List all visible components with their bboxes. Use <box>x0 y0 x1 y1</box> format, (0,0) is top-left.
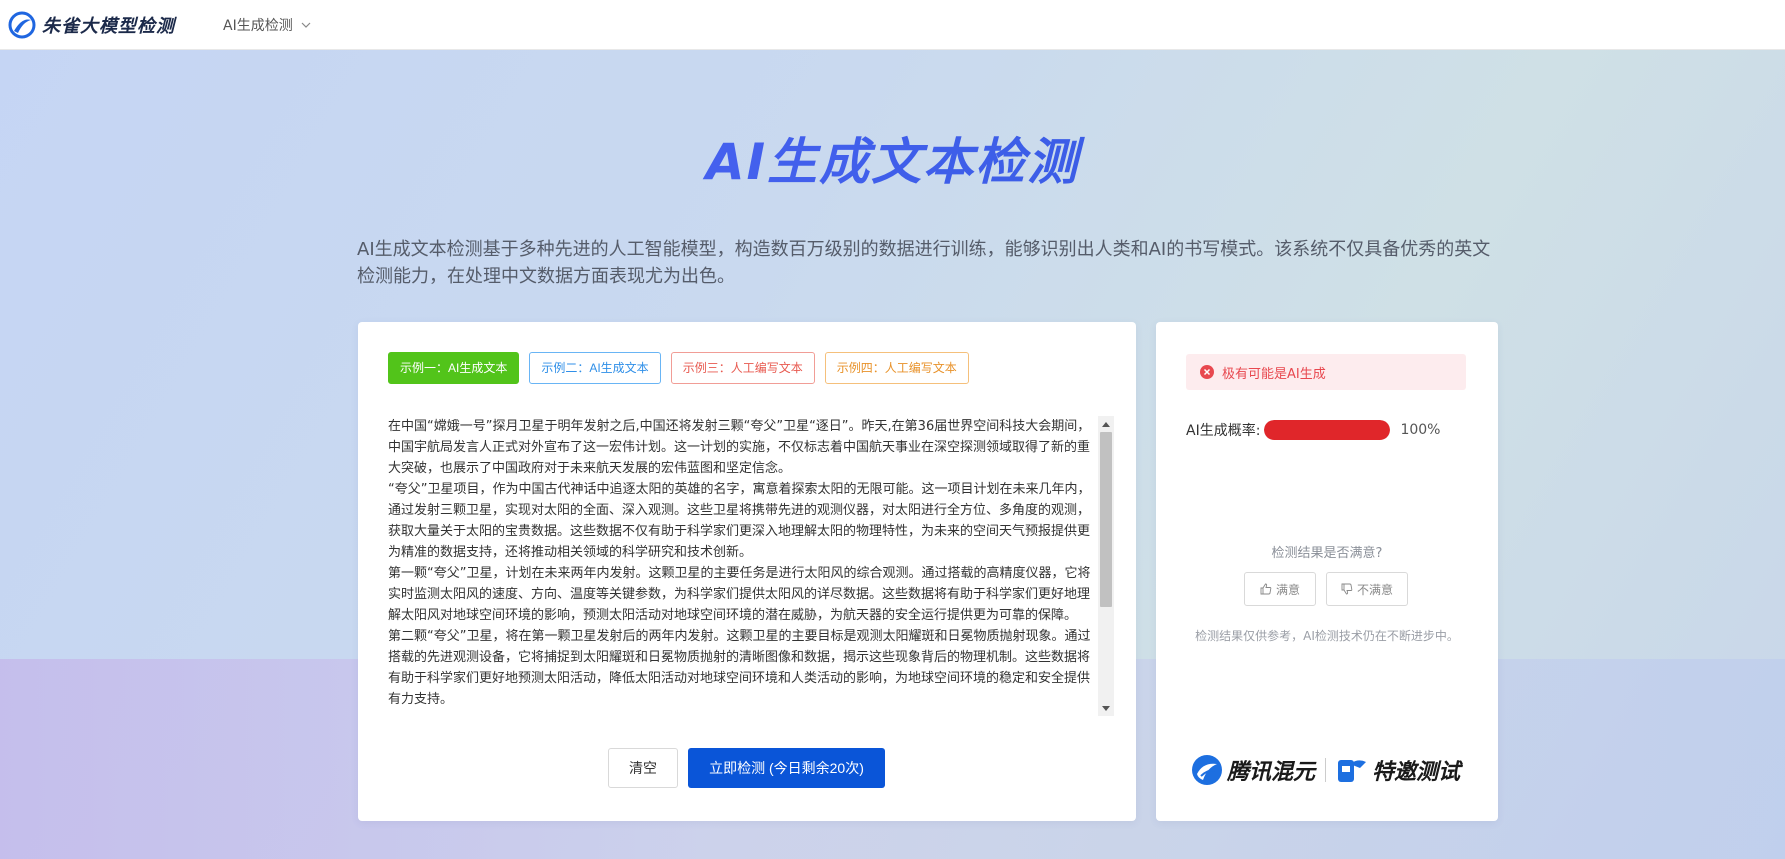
text-paragraph: 在中国“嫦娥一号”探月卫星于明年发射之后,中国还将发射三颗“夸父”卫星“逐日”。… <box>388 419 1091 476</box>
chevron-down-icon <box>301 22 311 28</box>
partner-brands: 腾讯混元 特邀测试 <box>1191 754 1460 786</box>
thumbs-down-icon <box>1341 583 1353 595</box>
nav-menu-ai-detection[interactable]: AI生成检测 <box>223 15 311 35</box>
text-input-area[interactable]: 在中国“嫦娥一号”探月卫星于明年发射之后,中国还将发射三颗“夸父”卫星“逐日”。… <box>388 416 1114 716</box>
input-card: 示例一：AI生成文本 示例二：AI生成文本 示例三：人工编写文本 示例四：人工编… <box>358 322 1136 821</box>
zhuque-logo-icon <box>8 11 36 38</box>
result-alert: 极有可能是AI生成 <box>1186 354 1466 390</box>
result-card: 极有可能是AI生成 AI生成概率: 100% 检测结果是否满意? 满意 不满意 … <box>1156 322 1498 821</box>
brand-divider <box>1325 758 1327 782</box>
probability-row: AI生成概率: 100% <box>1186 420 1440 440</box>
text-input-content[interactable]: 在中国“嫦娥一号”探月卫星于明年发射之后,中国还将发射三颗“夸父”卫星“逐日”。… <box>388 416 1094 710</box>
brand-hunyuan-text: 腾讯混元 <box>1227 760 1316 785</box>
example-1-button[interactable]: 示例一：AI生成文本 <box>388 352 520 384</box>
example-buttons: 示例一：AI生成文本 示例二：AI生成文本 示例三：人工编写文本 示例四：人工编… <box>388 352 979 384</box>
probability-label: AI生成概率: <box>1186 423 1261 439</box>
text-paragraph: 第一颗“夸父”卫星，计划在未来两年内发射。这颗卫星的主要任务是进行太阳风的综合观… <box>388 566 1091 623</box>
dissatisfied-button[interactable]: 不满意 <box>1326 572 1408 606</box>
page-title: AI生成文本检测 <box>0 122 1785 194</box>
text-paragraph: “夸父”卫星项目，作为中国古代神话中追逐太阳的英雄的名字，寓意着探索太阳的无限可… <box>388 482 1091 560</box>
hunyuan-logo-icon <box>1192 755 1222 785</box>
probability-bar-fill <box>1264 420 1391 440</box>
scroll-down-arrow-icon[interactable] <box>1098 700 1114 716</box>
invite-test-logo-icon <box>1338 760 1367 782</box>
scroll-thumb[interactable] <box>1100 432 1112 607</box>
detect-button[interactable]: 立即检测 (今日剩余20次) <box>688 748 885 788</box>
clear-button[interactable]: 清空 <box>608 748 678 788</box>
example-3-button[interactable]: 示例三：人工编写文本 <box>670 352 815 384</box>
site-logo[interactable]: 朱雀大模型检测 <box>8 11 175 39</box>
scroll-up-arrow-icon[interactable] <box>1098 416 1114 432</box>
dissatisfied-label: 不满意 <box>1356 582 1393 597</box>
alert-text: 极有可能是AI生成 <box>1222 366 1326 382</box>
example-2-button[interactable]: 示例二：AI生成文本 <box>529 352 661 384</box>
feedback-buttons: 满意 不满意 <box>1244 572 1418 606</box>
text-scrollbar[interactable] <box>1098 416 1114 716</box>
nav-menu-label: AI生成检测 <box>223 17 293 34</box>
probability-bar <box>1264 420 1391 440</box>
brand-invite-test-text: 特邀测试 <box>1372 760 1461 785</box>
satisfied-label: 满意 <box>1275 582 1300 597</box>
error-circle-icon <box>1200 365 1214 379</box>
top-navigation-bar: 朱雀大模型检测 AI生成检测 <box>0 0 1785 50</box>
satisfied-button[interactable]: 满意 <box>1244 572 1316 606</box>
satisfaction-question: 检测结果是否满意? <box>1271 546 1383 561</box>
logo-text: 朱雀大模型检测 <box>42 15 175 37</box>
text-paragraph: 第二颗“夸父”卫星，将在第一颗卫星发射后的两年内发射。这颗卫星的主要目标是观测太… <box>388 629 1091 707</box>
intro-text: AI生成文本检测基于多种先进的人工智能模型，构造数百万级别的数据进行训练，能够识… <box>357 239 1491 287</box>
probability-value: 100% <box>1400 422 1441 438</box>
example-4-button[interactable]: 示例四：人工编写文本 <box>824 352 969 384</box>
disclaimer-text: 检测结果仅供参考，AI检测技术仍在不断进步中。 <box>1195 629 1459 643</box>
thumbs-up-icon <box>1260 583 1272 595</box>
